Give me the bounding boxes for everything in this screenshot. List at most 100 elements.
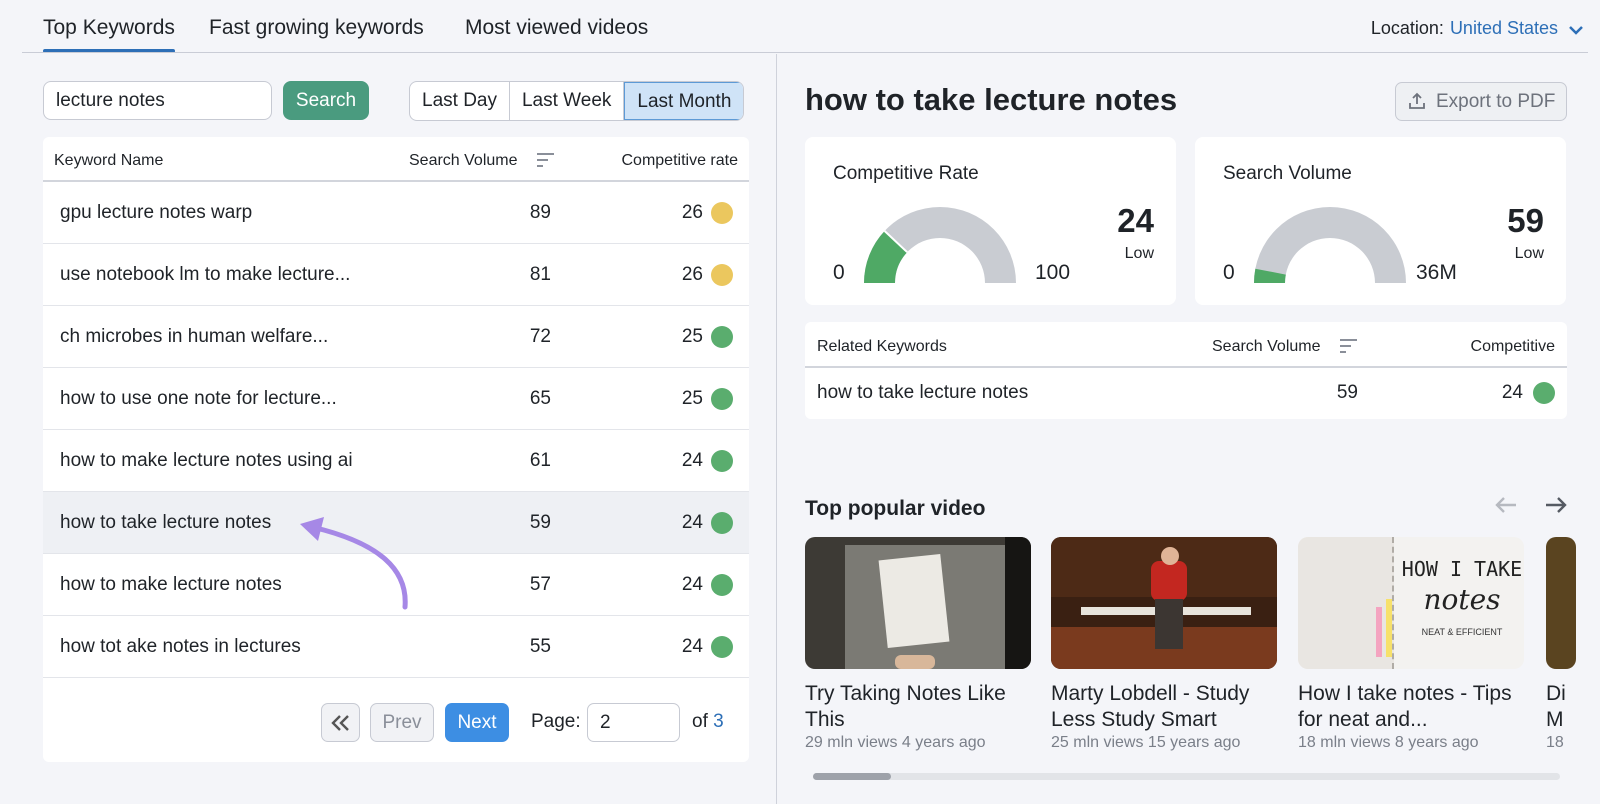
search-volume: 57 — [529, 574, 551, 595]
tab-fast-growing-keywords[interactable]: Fast growing keywords — [209, 16, 424, 40]
keyword-name: how tot ake notes in lectures — [60, 636, 301, 657]
tab-most-viewed-videos[interactable]: Most viewed videos — [465, 16, 648, 40]
rate-indicator — [711, 450, 733, 472]
page-input[interactable]: 2 — [587, 703, 680, 742]
period-selector: Last Day Last Week Last Month — [409, 81, 745, 121]
arrow-left-icon[interactable] — [1494, 495, 1518, 515]
table-row[interactable]: ch microbes in human welfare... 72 25 — [43, 306, 749, 368]
keyword-name: how to make lecture notes — [60, 574, 282, 595]
keyword-name: how to make lecture notes using ai — [60, 450, 353, 471]
gauge-min: 0 — [1223, 261, 1235, 284]
search-button[interactable]: Search — [283, 81, 369, 120]
video-card[interactable]: HOW I TAKE notes NEAT & EFFICIENT How I … — [1298, 537, 1524, 752]
video-card[interactable]: Marty Lobdell - Study Less Study Smart 2… — [1051, 537, 1277, 752]
video-meta: 18 mln views 8 years ago — [1298, 734, 1479, 751]
gauge-max: 36M — [1416, 261, 1457, 284]
header-related-volume[interactable]: Search Volume — [1212, 338, 1321, 356]
rate-indicator — [711, 574, 733, 596]
pointer-arrow-annotation — [300, 517, 408, 610]
header-search-volume[interactable]: Search Volume — [409, 152, 518, 170]
period-last-month[interactable]: Last Month — [624, 82, 744, 120]
gauge-track — [1254, 207, 1406, 283]
detail-title: how to take lecture notes — [805, 82, 1178, 117]
search-volume-gauge — [1254, 207, 1406, 283]
first-page-button[interactable] — [321, 703, 360, 742]
video-thumbnail[interactable] — [1051, 537, 1277, 669]
header-related-keywords: Related Keywords — [817, 338, 947, 355]
chevron-down-icon[interactable] — [1566, 20, 1586, 40]
related-keyword: how to take lecture notes — [817, 382, 1029, 403]
search-volume: 59 — [529, 512, 551, 533]
video-title[interactable]: Marty Lobdell - Study Less Study Smart — [1051, 681, 1277, 733]
rate-indicator — [1533, 382, 1555, 404]
search-volume: 61 — [529, 450, 551, 471]
header-related-competitive: Competitive — [1470, 338, 1555, 355]
rate-indicator — [711, 202, 733, 224]
competitive-rate: 24 — [681, 574, 703, 595]
carousel-scrollbar-track[interactable] — [813, 773, 1560, 780]
period-last-day[interactable]: Last Day — [410, 82, 510, 120]
search-volume-title: Search Volume — [1223, 163, 1352, 184]
rate-indicator — [711, 512, 733, 534]
video-meta: 29 mln views 4 years ago — [805, 734, 986, 751]
table-row[interactable]: gpu lecture notes warp 89 26 — [43, 182, 749, 244]
panel-divider — [776, 54, 777, 804]
keywords-table: Keyword Name Search Volume Competitive r… — [43, 137, 749, 762]
competitive-rate: 25 — [681, 326, 703, 347]
competitive-rate-card: Competitive Rate 0 100 24 Low — [805, 137, 1176, 305]
related-rate: 24 — [1501, 382, 1523, 403]
search-volume: 89 — [529, 202, 551, 223]
search-input[interactable]: lecture notes — [43, 81, 272, 120]
double-chevron-left-icon — [330, 715, 349, 731]
nav-divider — [22, 52, 1588, 53]
period-last-week[interactable]: Last Week — [510, 82, 625, 120]
competitive-rate: 24 — [681, 636, 703, 657]
video-thumbnail[interactable]: HOW I TAKE notes NEAT & EFFICIENT — [1298, 537, 1524, 669]
sort-icon[interactable] — [537, 153, 554, 167]
top-nav: Top Keywords Fast growing keywords Most … — [0, 0, 1600, 54]
competitive-rate: 26 — [681, 264, 703, 285]
table-row[interactable]: how to make lecture notes using ai 61 24 — [43, 430, 749, 492]
thumb-text-script: notes — [1423, 583, 1501, 616]
video-thumbnail[interactable] — [805, 537, 1031, 669]
sort-icon[interactable] — [1340, 339, 1357, 353]
video-title[interactable]: Try Taking Notes Like This — [805, 681, 1031, 733]
popular-video-title: Top popular video — [805, 497, 986, 520]
competitive-rate: 24 — [681, 450, 703, 471]
keyword-name: gpu lecture notes warp — [60, 202, 253, 223]
video-thumbnail[interactable] — [1546, 537, 1576, 669]
location-selector[interactable]: Location: United States — [1371, 18, 1558, 39]
carousel-scrollbar-thumb[interactable] — [813, 773, 891, 780]
table-row[interactable]: how tot ake notes in lectures 55 24 — [43, 616, 749, 678]
location-value[interactable]: United States — [1450, 18, 1558, 38]
header-competitive-rate: Competitive rate — [621, 152, 739, 169]
search-volume: 72 — [529, 326, 551, 347]
search-volume-card: Search Volume 0 36M 59 Low — [1195, 137, 1566, 305]
rate-indicator — [711, 326, 733, 348]
export-pdf-button[interactable]: Export to PDF — [1395, 82, 1567, 121]
competitive-rate-gauge — [864, 207, 1016, 283]
arrow-right-icon[interactable] — [1544, 495, 1568, 515]
search-volume-value: 59 — [1507, 202, 1544, 239]
video-card[interactable]: Di M 18 — [1546, 537, 1600, 752]
gauge-max: 100 — [1035, 261, 1071, 284]
upload-icon — [1409, 92, 1425, 109]
video-card[interactable]: Try Taking Notes Like This 29 mln views … — [805, 537, 1031, 752]
competitive-rate: 24 — [681, 512, 703, 533]
table-row[interactable]: how to use one note for lecture... 65 25 — [43, 368, 749, 430]
video-title[interactable]: How I take notes - Tips for neat and... — [1298, 681, 1524, 733]
keyword-name: ch microbes in human welfare... — [60, 326, 329, 347]
competitive-rate-level: Low — [1124, 245, 1154, 262]
table-row[interactable]: how to take lecture notes 59 24 — [805, 368, 1567, 418]
tab-top-keywords[interactable]: Top Keywords — [43, 16, 175, 53]
total-pages-link[interactable]: 3 — [713, 711, 724, 732]
rate-indicator — [711, 388, 733, 410]
export-label: Export to PDF — [1436, 91, 1556, 112]
video-title[interactable]: Di M — [1546, 681, 1572, 733]
header-keyword-name: Keyword Name — [54, 152, 164, 169]
next-button[interactable]: Next — [445, 703, 509, 742]
page-total: of 3 — [692, 711, 724, 733]
thumb-text-heading: HOW I TAKE — [1401, 557, 1523, 581]
table-row[interactable]: use notebook lm to make lecture... 81 26 — [43, 244, 749, 306]
prev-button[interactable]: Prev — [370, 703, 434, 742]
